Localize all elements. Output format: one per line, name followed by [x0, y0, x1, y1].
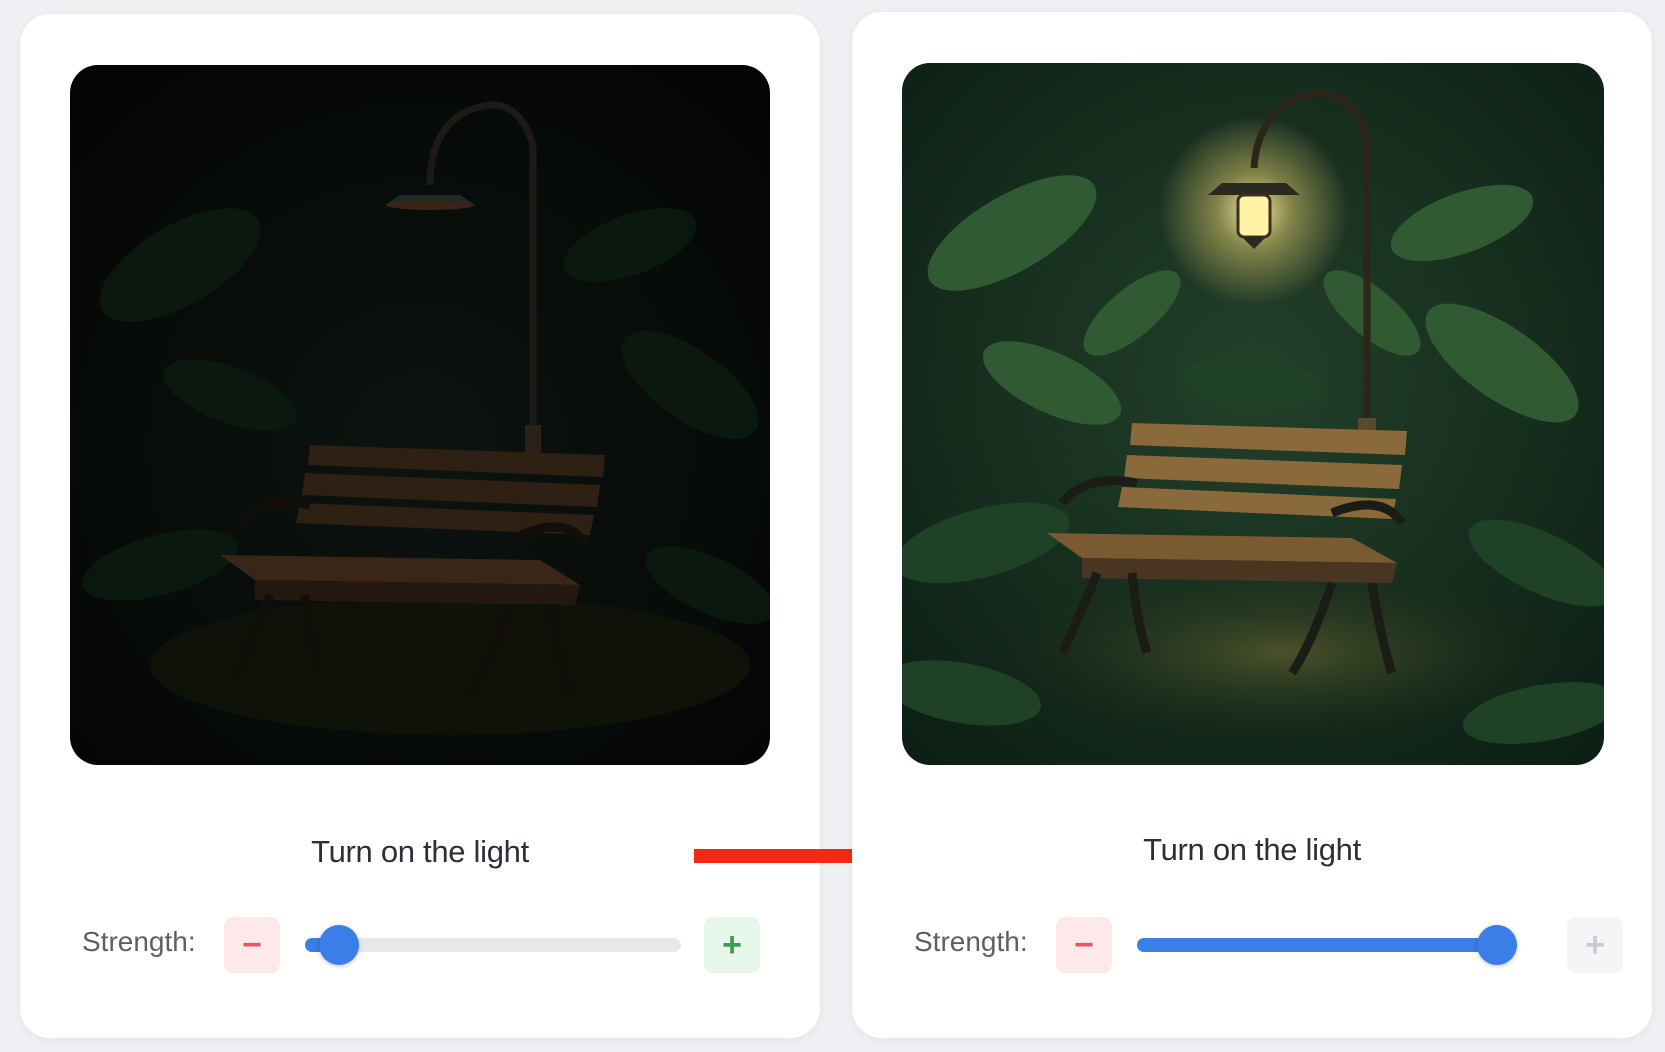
- dark-scene-illustration: [70, 65, 770, 765]
- strength-slider[interactable]: [1137, 925, 1517, 965]
- increase-strength-button[interactable]: +: [1567, 917, 1623, 973]
- panel-title: Turn on the light: [1143, 832, 1361, 867]
- panel-after: Turn on the light Strength: − +: [852, 12, 1652, 1038]
- minus-icon: −: [1074, 926, 1094, 964]
- scene-image-lit: [902, 63, 1604, 765]
- plus-icon: +: [722, 926, 742, 964]
- increase-strength-button[interactable]: +: [704, 917, 760, 973]
- strength-label: Strength:: [914, 926, 1028, 957]
- lit-scene-illustration: [902, 63, 1604, 765]
- decrease-strength-button[interactable]: −: [1056, 917, 1112, 973]
- strength-label: Strength:: [82, 926, 196, 957]
- strength-slider-fill: [1137, 938, 1497, 952]
- strength-slider-handle[interactable]: [1477, 925, 1517, 965]
- strength-slider[interactable]: [305, 925, 681, 965]
- scene-image-dark: [70, 65, 770, 765]
- minus-icon: −: [242, 926, 262, 964]
- strength-slider-handle[interactable]: [318, 925, 359, 965]
- decrease-strength-button[interactable]: −: [224, 917, 280, 973]
- plus-icon: +: [1585, 926, 1605, 964]
